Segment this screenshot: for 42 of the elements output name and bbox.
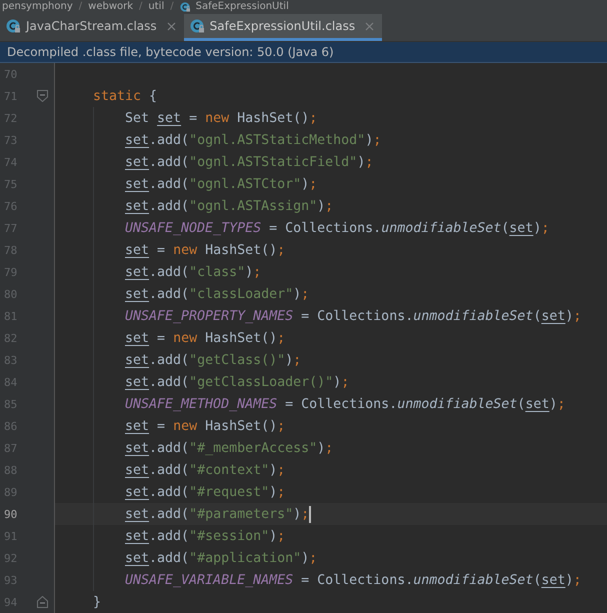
separator: / — [170, 1, 174, 12]
code-line: set = new HashSet(); — [125, 330, 286, 346]
text-cursor — [309, 506, 312, 522]
class-file-icon — [6, 19, 20, 34]
editor-tab[interactable]: JavaCharStream.class — [0, 14, 184, 42]
separator: / — [78, 1, 82, 12]
fold-icon — [36, 90, 48, 102]
code-line: set.add("getClassLoader()"); — [125, 374, 350, 390]
code-line: set.add("#context"); — [125, 462, 286, 478]
code-line: UNSAFE_NODE_TYPES = Collections.unmodifiableSet(set); — [125, 220, 550, 236]
code-line: set.add("#application"); — [125, 550, 318, 566]
code-line: set = new HashSet(); — [125, 242, 286, 258]
close-icon[interactable] — [166, 22, 176, 31]
code-line: set.add("ognl.ASTStaticMethod"); — [125, 132, 382, 148]
code-line: set = new HashSet(); — [125, 418, 286, 434]
code-line: UNSAFE_VARIABLE_NAMES = Collections.unmodifiableSet(set); — [125, 572, 582, 588]
line-number: 90 — [3, 508, 18, 520]
editor-tab[interactable]: SafeExpressionUtil.class — [184, 14, 382, 42]
breadcrumb-item[interactable]: pensymphony — [2, 1, 73, 12]
close-icon[interactable] — [365, 22, 374, 31]
code-line: set.add("class"); — [125, 264, 262, 280]
code-line: set.add("#parameters"); — [125, 506, 310, 522]
code-line: set.add("ognl.ASTCtor"); — [125, 176, 318, 192]
class-file-icon — [190, 19, 204, 34]
breadcrumb-item[interactable]: util — [148, 1, 164, 12]
code-line: set.add("ognl.ASTAssign"); — [125, 198, 334, 214]
info-banner: Decompiled .class file, bytecode version: 50.0 (Java 6) — [0, 42, 607, 63]
code-line: UNSAFE_METHOD_NAMES = Collections.unmodifiableSet(set); — [125, 396, 566, 412]
code-line: set.add("#request"); — [125, 484, 286, 500]
code-line: set.add("#_memberAccess"); — [125, 440, 334, 456]
code-line: set.add("ognl.ASTStaticField"); — [125, 154, 374, 170]
code-line: set.add("getClass()"); — [125, 352, 302, 368]
code-line: static { — [93, 88, 158, 104]
code-line: set.add("#session"); — [125, 528, 286, 544]
breadcrumb-item[interactable]: webwork — [88, 1, 134, 12]
code-line: } — [93, 594, 102, 610]
code-line: UNSAFE_PROPERTY_NAMES = Collections.unmodifiableSet(set); — [125, 308, 582, 324]
code-line: set.add("classLoader"); — [125, 286, 310, 302]
fold-icon — [36, 596, 48, 608]
code-line: Set set = new HashSet(); — [125, 110, 318, 126]
separator: / — [139, 1, 142, 12]
breadcrumb-item[interactable]: SafeExpressionUtil — [196, 1, 289, 12]
